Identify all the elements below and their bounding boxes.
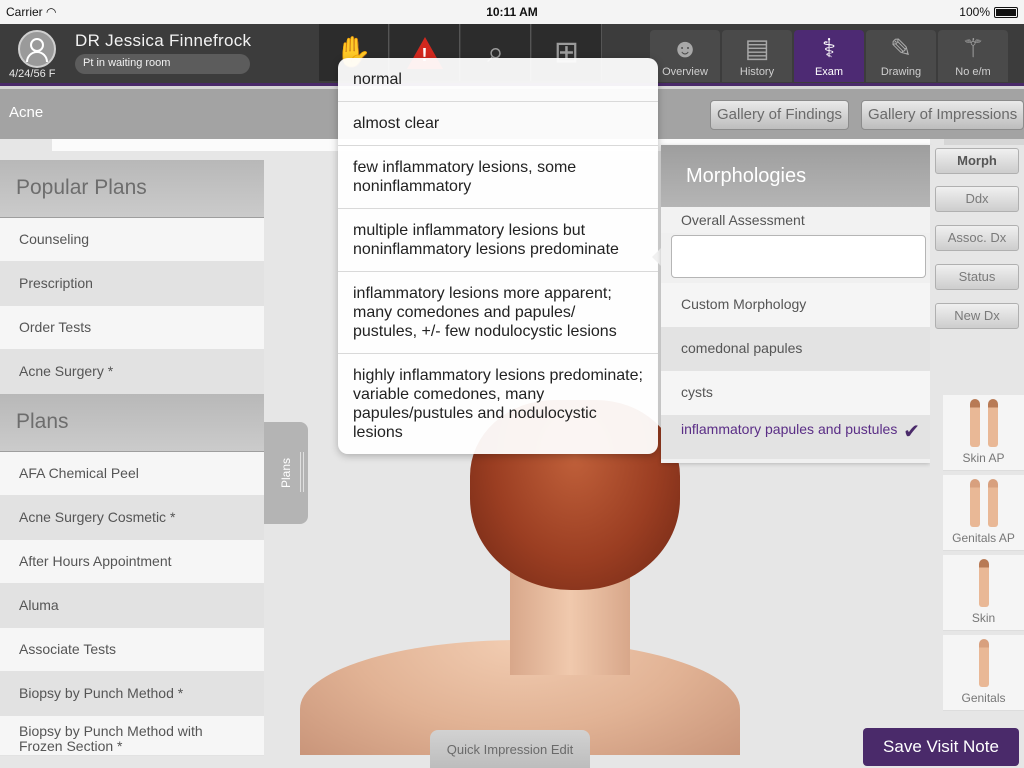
morph-item-inflammatory-papules[interactable]: inflammatory papules and pustules ✔ bbox=[661, 415, 930, 459]
figure-front bbox=[978, 559, 989, 607]
figure-back bbox=[987, 479, 998, 527]
plan-item-counseling[interactable]: Counseling bbox=[0, 218, 264, 262]
person-icon-body bbox=[26, 51, 48, 62]
quick-impression-edit-tab[interactable]: Quick Impression Edit bbox=[430, 730, 590, 768]
figure-front bbox=[969, 479, 980, 527]
plan-item-afa-chemical-peel[interactable]: AFA Chemical Peel bbox=[0, 452, 264, 496]
overall-assessment-label: Overall Assessment bbox=[661, 207, 930, 233]
tab-no-em[interactable]: ⚚ No e/m bbox=[938, 30, 1008, 82]
clock: 10:11 AM bbox=[486, 5, 538, 19]
avatar[interactable] bbox=[18, 30, 56, 68]
body-thumbnail-icon bbox=[943, 475, 1024, 531]
assessment-option[interactable]: inflammatory lesions more apparent; many… bbox=[338, 272, 658, 354]
wifi-icon: ◠ bbox=[46, 5, 57, 19]
thumb-label: Skin bbox=[971, 611, 996, 625]
assessment-option[interactable]: highly inflammatory lesions predominate;… bbox=[338, 354, 658, 454]
grip-icon bbox=[300, 452, 304, 492]
plan-item-aluma[interactable]: Aluma bbox=[0, 584, 264, 628]
tab-label: Overview bbox=[662, 66, 708, 78]
em-icon: ⚚ bbox=[961, 33, 985, 63]
plans-tab-label: Plans bbox=[279, 457, 293, 489]
morph-item-comedonal-papules[interactable]: comedonal papules bbox=[661, 327, 930, 371]
assessment-option[interactable]: few inflammatory lesions, some noninflam… bbox=[338, 146, 658, 209]
plan-item-associate-tests[interactable]: Associate Tests bbox=[0, 628, 264, 672]
battery-status: 100% bbox=[959, 5, 1018, 19]
thumb-label: Skin AP bbox=[962, 451, 1005, 465]
figure-front bbox=[969, 399, 980, 447]
body-thumbnail-icon bbox=[943, 395, 1024, 451]
right-rail: Morph Ddx Assoc. Dx Status New Dx Skin A… bbox=[930, 145, 1024, 768]
tab-label: Drawing bbox=[880, 66, 922, 78]
tab-drawing[interactable]: ✎ Drawing bbox=[866, 30, 936, 82]
plan-item-acne-surgery-cosmetic[interactable]: Acne Surgery Cosmetic * bbox=[0, 496, 264, 540]
head-icon: ☻ bbox=[671, 33, 699, 63]
person-icon bbox=[30, 38, 44, 52]
thumb-label: Genitals bbox=[961, 691, 1006, 705]
plan-item-order-tests[interactable]: Order Tests bbox=[0, 306, 264, 350]
patient-status-field[interactable]: Pt in waiting room bbox=[75, 54, 250, 74]
plan-item-acne-surgery[interactable]: Acne Surgery * bbox=[0, 350, 264, 394]
patient-dob: 4/24/56 F bbox=[9, 68, 56, 80]
new-dx-button[interactable]: New Dx bbox=[935, 303, 1019, 329]
book-icon: ▤ bbox=[744, 33, 770, 63]
tab-overview[interactable]: ☻ Overview bbox=[650, 30, 720, 82]
tab-label: History bbox=[739, 66, 775, 78]
carrier-label: Carrier ◠ bbox=[6, 5, 57, 19]
body-thumbnail-icon bbox=[943, 635, 1024, 691]
palette-icon: ✎ bbox=[890, 33, 912, 63]
diagnosis-title: Acne bbox=[9, 104, 44, 121]
assessment-option[interactable]: almost clear bbox=[338, 102, 658, 146]
patient-name: DR Jessica Finnefrock bbox=[75, 31, 252, 50]
morph-item-label: inflammatory papules and pustules bbox=[681, 421, 898, 437]
gallery-of-impressions-button[interactable]: Gallery of Impressions bbox=[861, 100, 1024, 130]
assoc-dx-button[interactable]: Assoc. Dx bbox=[935, 225, 1019, 251]
figure-back bbox=[987, 399, 998, 447]
thumb-skin-ap[interactable]: Skin AP bbox=[943, 395, 1024, 471]
thumb-genitals-ap[interactable]: Genitals AP bbox=[943, 475, 1024, 551]
plan-item-prescription[interactable]: Prescription bbox=[0, 262, 264, 306]
tab-label: Exam bbox=[814, 66, 844, 78]
assessment-option[interactable]: normal bbox=[338, 58, 658, 102]
plan-item-biopsy-punch-frozen[interactable]: Biopsy by Punch Method with Frozen Secti… bbox=[0, 716, 264, 756]
morphologies-title: Morphologies bbox=[661, 145, 930, 207]
popular-plans-header: Popular Plans bbox=[0, 160, 264, 218]
checkmark-icon: ✔ bbox=[903, 421, 920, 443]
plans-panel: Popular Plans Counseling Prescription Or… bbox=[0, 160, 264, 768]
thumb-skin[interactable]: Skin bbox=[943, 555, 1024, 631]
figure-front bbox=[978, 639, 989, 687]
morph-item-cysts[interactable]: cysts bbox=[661, 371, 930, 415]
assessment-option[interactable]: multiple inflammatory lesions but noninf… bbox=[338, 209, 658, 272]
battery-icon bbox=[994, 7, 1018, 19]
status-button[interactable]: Status bbox=[935, 264, 1019, 290]
body-thumbnail-icon bbox=[943, 555, 1024, 611]
tab-label: No e/m bbox=[955, 66, 991, 78]
tab-history[interactable]: ▤ History bbox=[722, 30, 792, 82]
thumb-label: Genitals AP bbox=[952, 531, 1015, 545]
overall-assessment-popover: normal almost clear few inflammatory les… bbox=[338, 58, 658, 454]
plans-drawer-tab[interactable]: Plans bbox=[264, 422, 308, 524]
stethoscope-icon: ⚕ bbox=[821, 33, 837, 63]
gallery-of-findings-button[interactable]: Gallery of Findings bbox=[710, 100, 850, 130]
thumb-genitals[interactable]: Genitals bbox=[943, 635, 1024, 711]
status-bar: Carrier ◠ 10:11 AM 100% bbox=[0, 0, 1024, 24]
tab-exam[interactable]: ⚕ Exam bbox=[794, 30, 864, 82]
save-visit-note-button[interactable]: Save Visit Note bbox=[863, 728, 1019, 766]
morph-button[interactable]: Morph bbox=[935, 148, 1019, 174]
overall-assessment-input[interactable] bbox=[671, 235, 926, 278]
custom-morphology-item[interactable]: Custom Morphology bbox=[661, 283, 930, 327]
ddx-button[interactable]: Ddx bbox=[935, 186, 1019, 212]
plans-header: Plans bbox=[0, 394, 264, 452]
plan-item-biopsy-punch[interactable]: Biopsy by Punch Method * bbox=[0, 672, 264, 716]
plan-item-after-hours[interactable]: After Hours Appointment bbox=[0, 540, 264, 584]
morphologies-panel: Morphologies Overall Assessment Custom M… bbox=[661, 145, 930, 463]
